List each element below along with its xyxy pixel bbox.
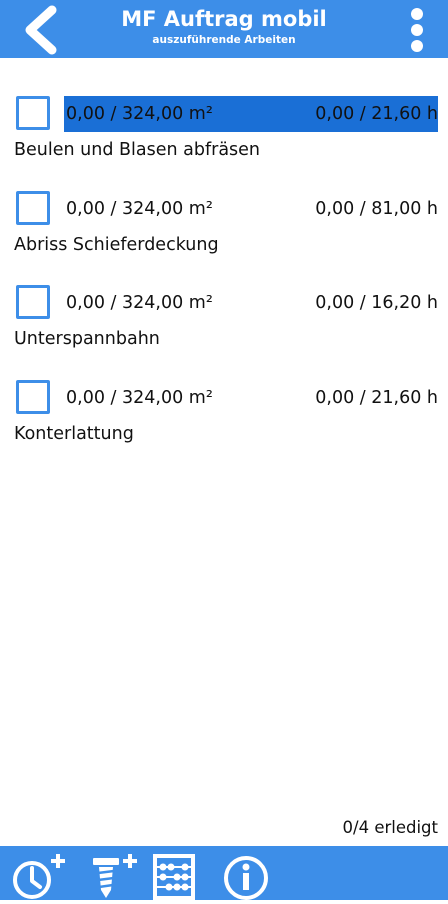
task-checkbox[interactable] <box>16 380 50 414</box>
overflow-menu-button[interactable] <box>406 4 428 56</box>
abacus-icon <box>153 854 195 900</box>
task-checkbox[interactable] <box>16 96 50 130</box>
task-quantity-row[interactable]: 0,00 / 324,00 m² 0,00 / 16,20 h <box>64 285 438 321</box>
task-area-quantity: 0,00 / 324,00 m² <box>66 199 213 219</box>
completion-status: 0/4 erledigt <box>342 818 438 837</box>
task-checkbox[interactable] <box>16 285 50 319</box>
task-name: Unterspannbahn <box>14 329 160 349</box>
info-button[interactable] <box>216 852 276 900</box>
task-name: Abriss Schieferdeckung <box>14 235 219 255</box>
task-quantity-row[interactable]: 0,00 / 324,00 m² 0,00 / 81,00 h <box>64 191 438 227</box>
task-item[interactable]: 0,00 / 324,00 m² 0,00 / 21,60 h Beulen u… <box>0 96 448 176</box>
task-quantity-row[interactable]: 0,00 / 324,00 m² 0,00 / 21,60 h <box>64 96 438 132</box>
add-material-button[interactable] <box>86 852 146 900</box>
task-hours-quantity: 0,00 / 21,60 h <box>315 104 438 124</box>
add-time-button[interactable] <box>10 852 70 900</box>
clock-add-icon <box>13 854 65 899</box>
header-title-block: MF Auftrag mobil auszuführende Arbeiten <box>90 6 358 47</box>
task-checkbox[interactable] <box>16 191 50 225</box>
back-button[interactable] <box>14 4 64 56</box>
task-quantity-row[interactable]: 0,00 / 324,00 m² 0,00 / 21,60 h <box>64 380 438 416</box>
task-name: Konterlattung <box>14 424 134 444</box>
app-header: MF Auftrag mobil auszuführende Arbeiten <box>0 0 448 58</box>
page-subtitle: auszuführende Arbeiten <box>152 34 296 46</box>
bottom-toolbar <box>0 846 448 900</box>
task-item[interactable]: 0,00 / 324,00 m² 0,00 / 21,60 h Konterla… <box>0 380 448 460</box>
task-hours-quantity: 0,00 / 81,00 h <box>315 199 438 219</box>
task-area-quantity: 0,00 / 324,00 m² <box>66 104 213 124</box>
task-hours-quantity: 0,00 / 16,20 h <box>315 293 438 313</box>
task-item[interactable]: 0,00 / 324,00 m² 0,00 / 81,00 h Abriss S… <box>0 191 448 271</box>
task-name: Beulen und Blasen abfräsen <box>14 140 261 160</box>
chevron-left-icon <box>25 5 57 55</box>
task-item[interactable]: 0,00 / 324,00 m² 0,00 / 16,20 h Unterspa… <box>0 285 448 365</box>
screw-add-icon <box>93 854 137 898</box>
task-area-quantity: 0,00 / 324,00 m² <box>66 293 213 313</box>
task-area-quantity: 0,00 / 324,00 m² <box>66 388 213 408</box>
page-title: MF Auftrag mobil <box>121 7 327 31</box>
task-hours-quantity: 0,00 / 21,60 h <box>315 388 438 408</box>
info-icon <box>224 856 268 900</box>
more-vertical-icon <box>411 8 423 52</box>
calculation-button[interactable] <box>150 852 210 900</box>
